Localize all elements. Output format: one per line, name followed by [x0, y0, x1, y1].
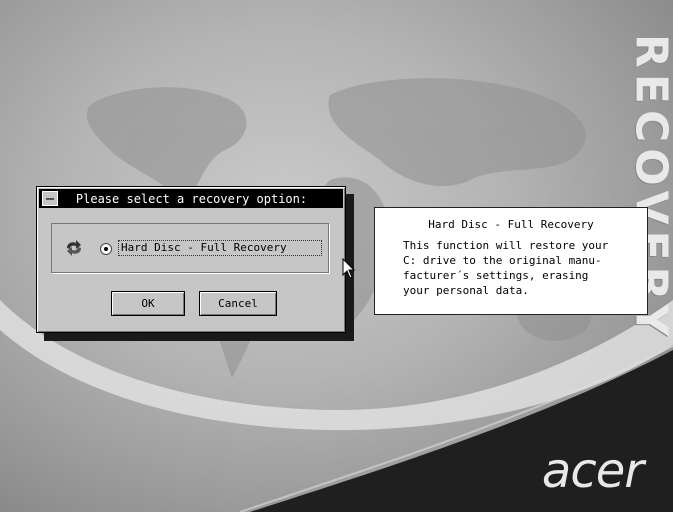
description-text: This function will restore your C: drive…: [403, 239, 609, 297]
recovery-option-dialog: Please select a recovery option: Hard Di…: [36, 186, 346, 333]
recovery-arrows-icon: [67, 240, 81, 256]
acer-logo: acer: [541, 443, 644, 499]
ok-button[interactable]: OK: [111, 291, 185, 316]
cancel-button[interactable]: Cancel: [199, 291, 277, 316]
option-group: Hard Disc - Full Recovery: [51, 223, 329, 273]
option-description-panel: Hard Disc - Full Recovery This function …: [374, 207, 648, 315]
dialog-title: Please select a recovery option:: [75, 191, 308, 206]
system-menu-icon[interactable]: [42, 191, 58, 206]
full-recovery-option-label[interactable]: Hard Disc - Full Recovery: [118, 240, 322, 256]
mouse-pointer-icon: [342, 258, 356, 279]
recovery-screen: RECOVERY acer Please select a recovery o…: [0, 0, 673, 512]
full-recovery-radio[interactable]: [100, 243, 112, 255]
dialog-titlebar: Please select a recovery option:: [39, 189, 343, 208]
description-title: Hard Disc - Full Recovery: [428, 218, 594, 231]
